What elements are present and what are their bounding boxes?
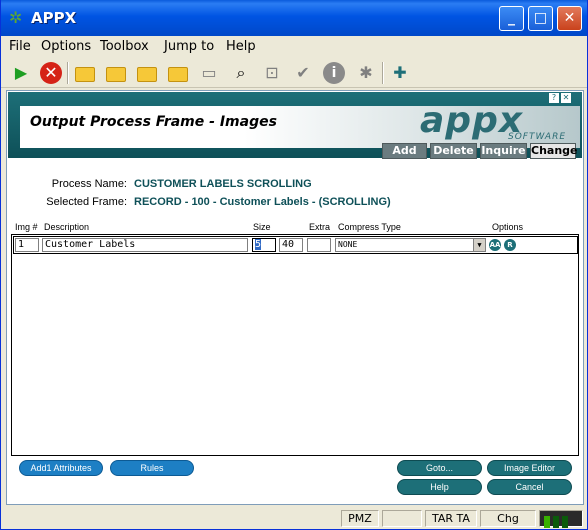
- selected-frame-label: Selected Frame:: [46, 196, 127, 208]
- menu-toolbox[interactable]: Toolbox: [100, 39, 149, 54]
- tools-icon[interactable]: ✚: [388, 61, 412, 85]
- minimize-icon: _: [508, 10, 515, 26]
- check-icon[interactable]: ✔: [291, 61, 315, 85]
- maximize-button[interactable]: □: [528, 6, 553, 31]
- image-editor-button[interactable]: Image Editor: [487, 460, 572, 476]
- description-field[interactable]: Customer Labels: [42, 238, 248, 252]
- menu-help[interactable]: Help: [226, 39, 256, 54]
- size-field[interactable]: 5: [252, 238, 276, 252]
- zoom-icon[interactable]: ⊡: [260, 61, 284, 85]
- process-name-value: CUSTOMER LABELS SCROLLING: [134, 178, 312, 190]
- stop-icon[interactable]: ✕: [40, 62, 62, 84]
- compress-type-value: NONE: [338, 240, 358, 249]
- mode-change-button[interactable]: Change: [530, 143, 578, 159]
- process-name-label: Process Name:: [51, 178, 127, 190]
- led-icon: [562, 516, 568, 528]
- folder-delete-icon[interactable]: [166, 61, 190, 85]
- size-value: 5: [255, 239, 262, 250]
- title-bar[interactable]: ✲ APPX _ □ ✕: [1, 0, 587, 36]
- selected-frame-value: RECORD - 100 - Customer Labels - (SCROLL…: [134, 196, 391, 208]
- compress-type-select[interactable]: NONE ▼: [335, 238, 486, 252]
- menu-bar: File Options Toolbox Jump to Help: [1, 36, 587, 58]
- led-icon: [544, 516, 550, 528]
- appx-app-icon: ✲: [9, 8, 23, 27]
- client-area: ? ✕ Output Process Frame - Images appx S…: [6, 90, 584, 505]
- bug-icon[interactable]: ✱: [354, 61, 378, 85]
- col-compress-type: Compress Type: [338, 222, 401, 232]
- minimize-button[interactable]: _: [499, 6, 524, 31]
- tv-icon[interactable]: ▭: [197, 61, 221, 85]
- size-length-field[interactable]: 40: [279, 238, 303, 252]
- status-leds: [539, 510, 583, 528]
- window-title: APPX: [31, 9, 77, 27]
- col-description: Description: [44, 222, 90, 232]
- col-img-num: Img #: [15, 222, 38, 232]
- app-window: ✲ APPX _ □ ✕ File Options Toolbox Jump t…: [0, 0, 588, 530]
- status-bar: PMZ TAR TA Chg: [1, 507, 587, 529]
- mode-delete-button[interactable]: Delete: [430, 143, 477, 159]
- toolbar-separator: [382, 62, 384, 84]
- help-mini-icon[interactable]: ?: [549, 93, 559, 103]
- appx-logo-sub: SOFTWARE: [508, 132, 567, 142]
- status-pmz: PMZ: [341, 510, 379, 527]
- images-grid[interactable]: 1 Customer Labels 5 40 NONE ▼ AA R: [11, 234, 579, 456]
- option-aa-button[interactable]: AA: [489, 239, 501, 251]
- rules-button[interactable]: Rules: [110, 460, 194, 476]
- status-blank: [382, 510, 422, 527]
- chevron-down-icon[interactable]: ▼: [473, 239, 485, 251]
- img-number-field[interactable]: 1: [15, 238, 39, 252]
- help-button[interactable]: Help: [397, 479, 482, 495]
- toolbar: ▶ ✕ ▭ ⌕ ⊡ ✔ i ✱ ✚: [1, 58, 587, 88]
- status-tar: TAR TA: [425, 510, 477, 527]
- col-options: Options: [492, 222, 524, 232]
- go-icon[interactable]: ▶: [9, 61, 33, 85]
- close-button[interactable]: ✕: [557, 6, 582, 31]
- info-icon[interactable]: i: [323, 62, 345, 84]
- page-title: Output Process Frame - Images: [30, 114, 277, 130]
- col-extra: Extra: [309, 222, 331, 232]
- col-size: Size: [253, 222, 271, 232]
- goto-button[interactable]: Goto...: [397, 460, 482, 476]
- header-band: ? ✕ Output Process Frame - Images appx S…: [8, 92, 582, 159]
- maximize-icon: □: [533, 10, 548, 26]
- menu-options[interactable]: Options: [41, 39, 91, 54]
- toolbar-separator: [67, 62, 69, 84]
- menu-jump-to[interactable]: Jump to: [164, 39, 214, 54]
- close-mini-icon[interactable]: ✕: [561, 93, 571, 103]
- cancel-button[interactable]: Cancel: [487, 479, 572, 495]
- option-r-button[interactable]: R: [504, 239, 516, 251]
- folder-open-icon[interactable]: [135, 61, 159, 85]
- addl-attributes-button[interactable]: Add1 Attributes: [19, 460, 103, 476]
- menu-file[interactable]: File: [9, 39, 31, 54]
- table-row[interactable]: 1 Customer Labels 5 40 NONE ▼ AA R: [13, 236, 578, 254]
- mode-add-button[interactable]: Add: [382, 143, 427, 159]
- led-icon: [553, 516, 559, 528]
- folder-edit-icon[interactable]: [104, 61, 128, 85]
- close-icon: ✕: [563, 10, 576, 26]
- status-mode: Chg: [480, 510, 536, 527]
- extra-field[interactable]: [307, 238, 331, 252]
- folder-new-icon[interactable]: [73, 61, 97, 85]
- mode-inquire-button[interactable]: Inquire: [480, 143, 527, 159]
- search-icon[interactable]: ⌕: [229, 61, 253, 85]
